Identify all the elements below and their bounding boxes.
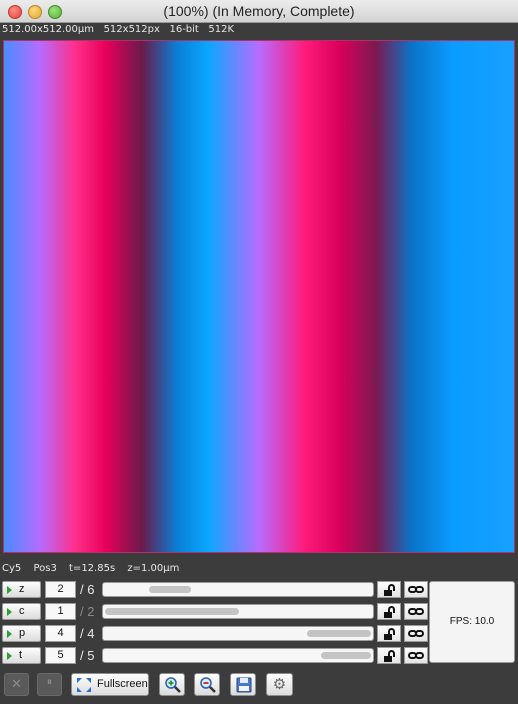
c-total: / 2 (80, 604, 95, 619)
zoom-in-button[interactable] (159, 673, 185, 696)
save-icon (236, 677, 252, 693)
dimension-label: p (19, 627, 26, 639)
z-slider[interactable] (102, 582, 374, 597)
t-slider-thumb[interactable] (321, 652, 371, 659)
t-index-field[interactable]: 5 (45, 647, 76, 664)
physical-size: 512.00x512.00µm (2, 24, 95, 35)
zoom-out-icon (200, 677, 216, 693)
dimension-label: z (19, 583, 25, 595)
fullscreen-label: Fullscreen (97, 678, 148, 690)
play-c-button[interactable]: c (2, 603, 41, 620)
zoom-in-icon (165, 677, 181, 693)
p-slider[interactable] (102, 626, 374, 641)
save-button[interactable] (230, 673, 256, 696)
p-lock-button[interactable] (377, 625, 401, 642)
t-slider[interactable] (102, 648, 374, 663)
dimension-label: t (19, 649, 23, 661)
z-readout: z=1.00µm (127, 563, 180, 574)
play-t-button[interactable]: t (2, 647, 41, 664)
zoom-out-button[interactable] (194, 673, 220, 696)
z-link-button[interactable] (404, 581, 428, 598)
pause-button[interactable]: ⏸ (37, 673, 62, 696)
settings-button[interactable]: ⚙ (266, 673, 293, 696)
t-lock-button[interactable] (377, 647, 401, 664)
time-readout: t=12.85s (69, 563, 116, 574)
fps-display[interactable]: FPS: 10.0 (429, 581, 515, 663)
window-title: (100%) (In Memory, Complete) (163, 3, 355, 19)
fullscreen-button[interactable]: Fullscreen (71, 673, 149, 696)
image-info-bar: 512.00x512.00µm 512x512px 16-bit 512K (2, 22, 234, 38)
play-icon (7, 630, 12, 638)
play-icon (7, 586, 12, 594)
pause-icon: ⏸ (46, 676, 53, 688)
title-bar: (100%) (In Memory, Complete) (0, 0, 518, 23)
dimension-label: c (19, 605, 25, 617)
p-total: / 4 (80, 626, 95, 641)
z-index-field[interactable]: 2 (45, 581, 76, 598)
memory-size: 512K (208, 24, 235, 35)
close-icon: ✕ (11, 676, 22, 691)
p-slider-thumb[interactable] (307, 630, 371, 637)
c-index-field[interactable]: 1 (45, 603, 76, 620)
play-icon (7, 608, 12, 616)
play-z-button[interactable]: z (2, 581, 41, 598)
c-link-button[interactable] (404, 603, 428, 620)
play-p-button[interactable]: p (2, 625, 41, 642)
pixel-size: 512x512px (103, 24, 160, 35)
gear-icon: ⚙ (272, 676, 287, 693)
bit-depth: 16-bit (169, 24, 199, 35)
t-link-button[interactable] (404, 647, 428, 664)
p-index-field[interactable]: 4 (45, 625, 76, 642)
position-name: Pos3 (33, 563, 57, 574)
p-link-button[interactable] (404, 625, 428, 642)
fullscreen-icon (77, 678, 91, 692)
t-total: / 5 (80, 648, 95, 663)
c-lock-button[interactable] (377, 603, 401, 620)
c-slider-thumb[interactable] (105, 608, 239, 615)
play-icon (7, 652, 12, 660)
status-line: Cy5 Pos3 t=12.85s z=1.00µm (2, 562, 188, 576)
image-canvas[interactable] (3, 40, 515, 553)
c-slider[interactable] (102, 604, 374, 619)
z-lock-button[interactable] (377, 581, 401, 598)
close-button[interactable]: ✕ (4, 673, 29, 696)
z-total: / 6 (80, 582, 95, 597)
z-slider-thumb[interactable] (149, 586, 191, 593)
channel-name: Cy5 (2, 563, 22, 574)
